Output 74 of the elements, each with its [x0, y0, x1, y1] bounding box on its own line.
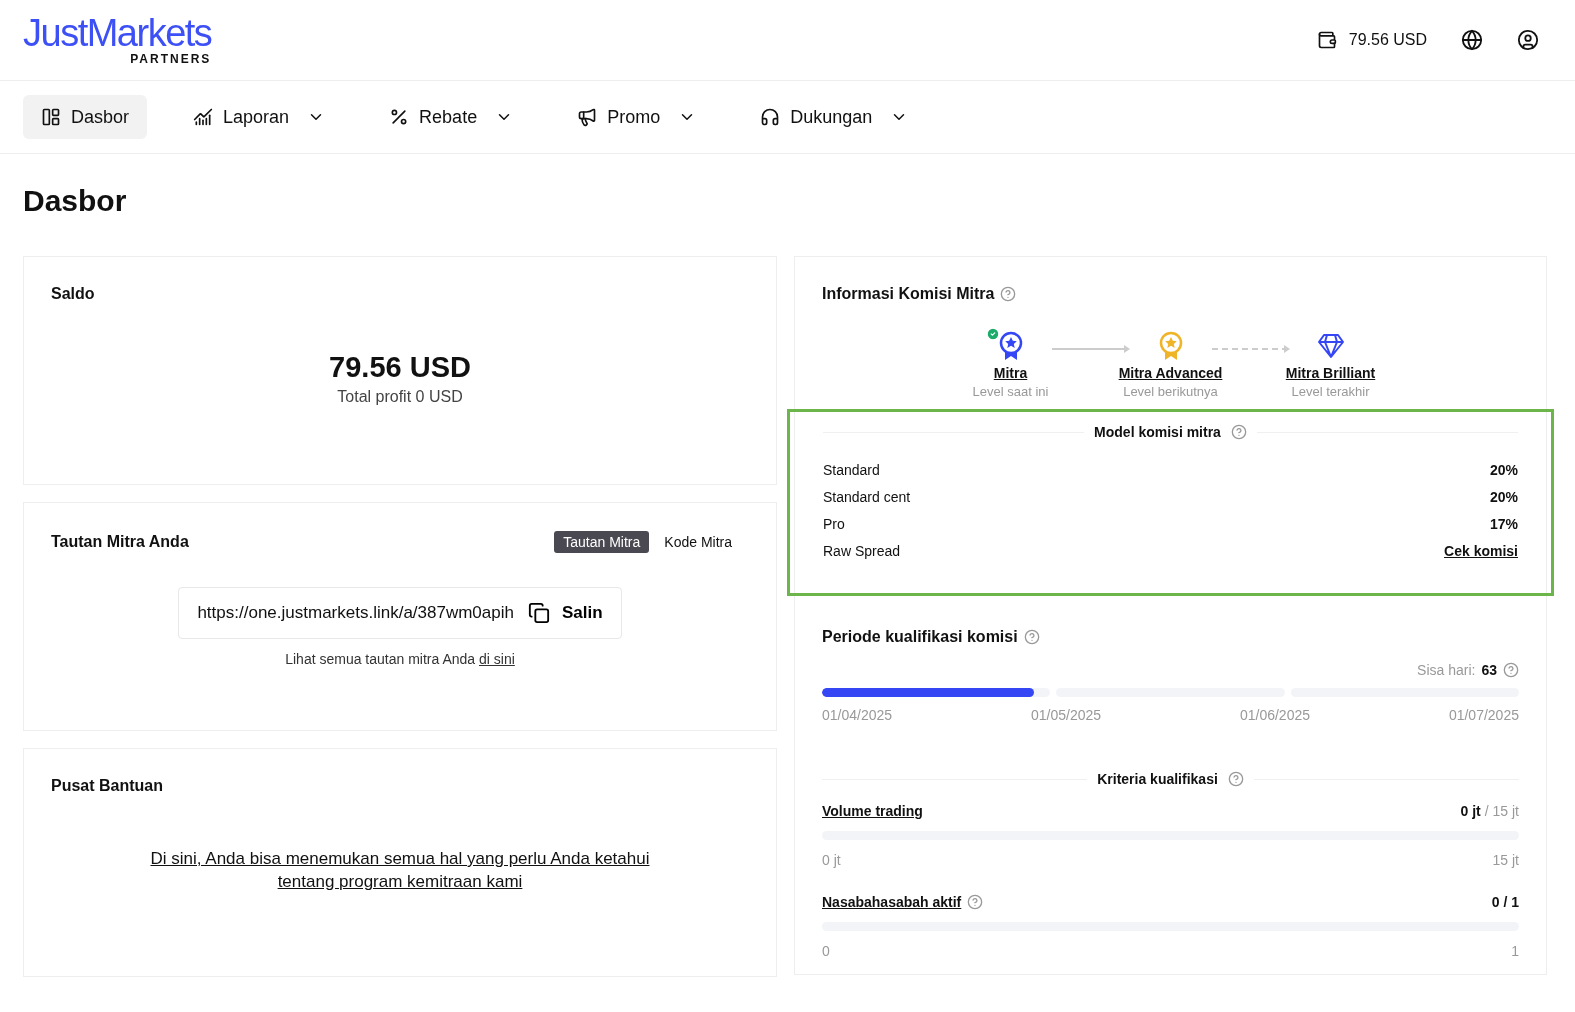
section-title: Kriteria kualifikasi	[1097, 771, 1218, 787]
user-icon[interactable]	[1517, 29, 1539, 51]
remaining-days-label: Sisa hari:	[1417, 662, 1476, 678]
help-icon[interactable]	[967, 894, 984, 910]
criteria-current: 0 jt	[1460, 803, 1481, 819]
remaining-days: 63	[1481, 662, 1497, 678]
copy-button[interactable]: Salin	[527, 602, 603, 624]
level-name[interactable]: Mitra Brilliant	[1285, 365, 1376, 381]
criteria-name[interactable]: Volume trading	[822, 803, 923, 819]
header-balance: 79.56 USD	[1348, 31, 1427, 49]
level-caption: Level saat ini	[972, 384, 1049, 399]
nav-item[interactable]: Dasbor	[23, 95, 148, 139]
date-label: 01/04/2025	[822, 707, 893, 723]
balance-amount: 79.56 USD	[328, 351, 472, 384]
link[interactable]: di sini	[479, 651, 515, 667]
chart-icon	[193, 107, 214, 127]
links-note: Lihat semua tautan mitra Anda di sini	[284, 651, 516, 667]
arrow-icon	[1210, 344, 1291, 354]
account-type: Standard cent	[823, 489, 911, 505]
tab[interactable]: Kode Mitra	[655, 531, 741, 553]
diamond-icon	[1316, 331, 1345, 361]
help-icon[interactable]	[1000, 286, 1017, 302]
partner-url: https://one.justmarkets.link/a/387wm0apih	[197, 603, 514, 623]
help-icon[interactable]	[1023, 629, 1040, 645]
range-min: 0 jt	[822, 852, 841, 868]
ribbon-medal-icon	[998, 331, 1023, 361]
card-title: Saldo	[51, 285, 96, 303]
help-icon[interactable]	[1503, 662, 1519, 678]
level-name[interactable]: Mitra	[993, 365, 1028, 381]
nav-item[interactable]: Laporan	[175, 95, 344, 139]
tab[interactable]: Tautan Mitra	[554, 531, 650, 553]
commission-rate: 20%	[1489, 462, 1518, 478]
medal-icon	[1158, 331, 1183, 361]
check-commission-link[interactable]: Cek komisi	[1444, 543, 1518, 559]
card-title: Pusat Bantuan	[51, 777, 164, 795]
date-label: 01/06/2025	[1239, 707, 1310, 723]
account-type: Pro	[823, 516, 845, 532]
card-title: Periode kualifikasi komisi	[822, 628, 1519, 646]
account-type: Standard	[823, 462, 880, 478]
criteria-name[interactable]: Nasabahasabah aktif	[822, 894, 962, 910]
layout-icon	[41, 107, 61, 127]
nav-item[interactable]: Promo	[559, 95, 715, 139]
copy-icon	[527, 602, 550, 624]
globe-icon[interactable]	[1461, 29, 1483, 51]
megaphone-icon	[577, 107, 598, 127]
criteria-target: / 1	[1503, 894, 1519, 910]
level-caption: Level terakhir	[1291, 384, 1370, 399]
nav-item[interactable]: Dukungan	[742, 95, 927, 139]
range-min: 0	[822, 943, 830, 959]
wallet-icon	[1316, 30, 1337, 50]
range-max: 1	[1511, 943, 1519, 959]
arrow-icon	[1050, 344, 1131, 354]
criteria-target: / 15 jt	[1484, 803, 1519, 819]
nav-item[interactable]: Rebate	[371, 95, 532, 139]
help-icon[interactable]	[1227, 771, 1244, 787]
commission-rate: 17%	[1489, 516, 1518, 532]
level-caption: Level berikutnya	[1123, 384, 1218, 399]
card-title: Tautan Mitra Anda	[51, 533, 189, 551]
help-center-link[interactable]: Di sini, Anda bisa menemukan semua hal yang perlu Anda ketahui tentang program kemitraan kami	[130, 847, 670, 893]
criteria-current: 0	[1491, 894, 1500, 910]
logo[interactable]: JustMarkets	[23, 14, 212, 52]
account-type: Raw Spread	[823, 543, 901, 559]
page-title: Dasbor	[23, 184, 128, 218]
help-icon[interactable]	[1230, 424, 1247, 440]
commission-rate: 20%	[1489, 489, 1518, 505]
range-max: 15 jt	[1492, 852, 1519, 868]
logo-subtitle: PARTNERS	[130, 52, 212, 66]
headphones-icon	[760, 107, 781, 127]
date-label: 01/05/2025	[1030, 707, 1102, 723]
total-profit: Total profit 0 USD	[336, 388, 464, 406]
section-title: Model komisi mitra	[1094, 424, 1221, 440]
date-label: 01/07/2025	[1448, 707, 1519, 723]
level-name[interactable]: Mitra Advanced	[1118, 365, 1223, 381]
card-title: Informasi Komisi Mitra	[822, 285, 1519, 303]
